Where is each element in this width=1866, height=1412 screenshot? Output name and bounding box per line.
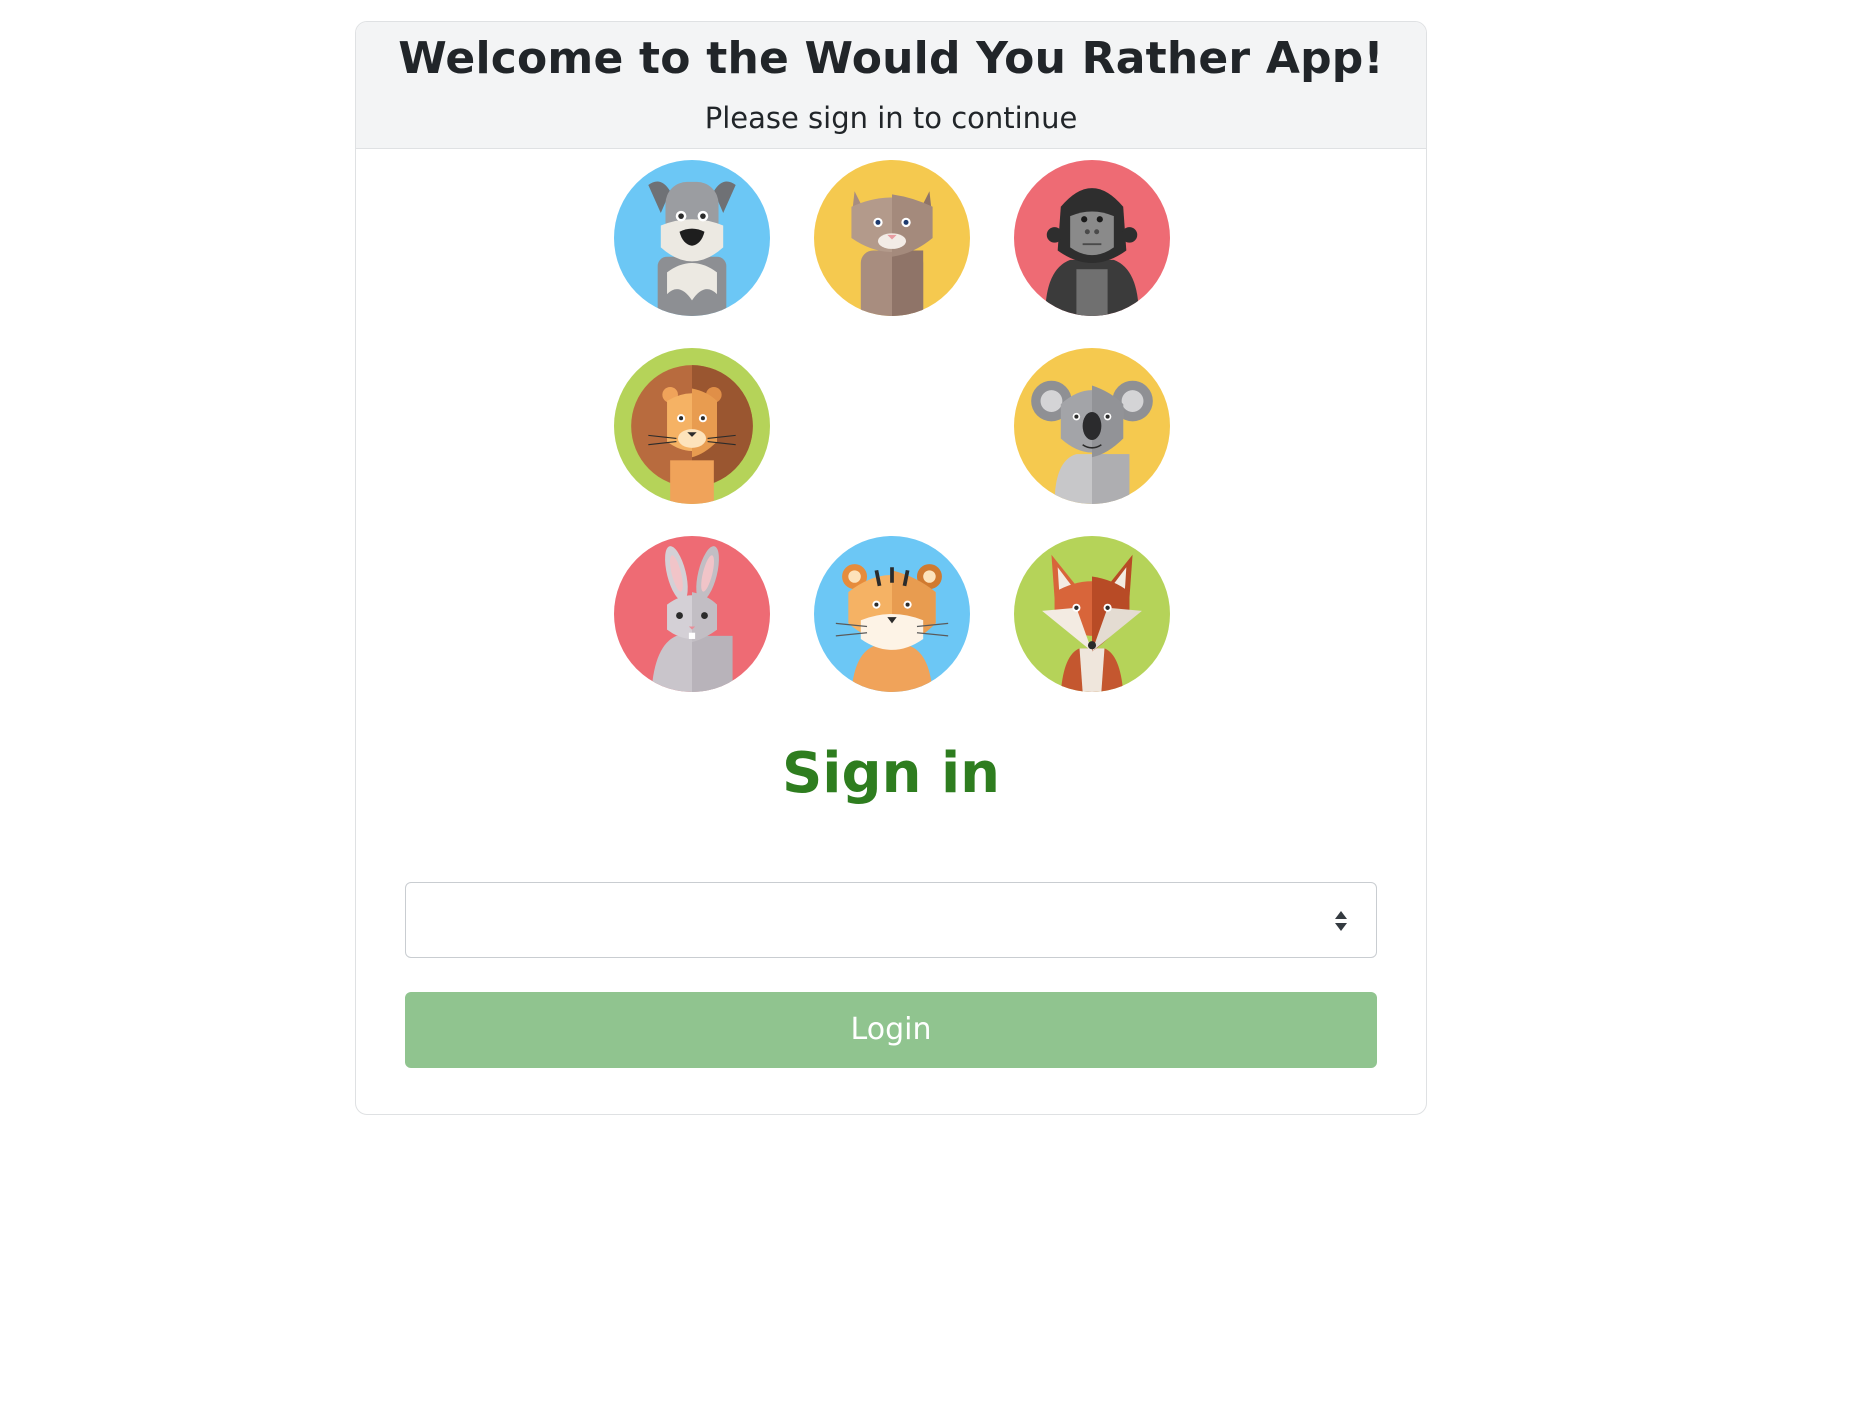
empty-avatar-slot [814, 348, 970, 504]
page-title: Welcome to the Would You Rather App! [398, 33, 1384, 84]
cat-icon [814, 160, 970, 316]
up-down-arrows-icon [1335, 911, 1347, 931]
tiger-icon [814, 536, 970, 692]
card-header: Welcome to the Would You Rather App! Ple… [356, 22, 1426, 149]
gorilla-icon [1014, 160, 1170, 316]
rabbit-icon [614, 536, 770, 692]
avatar-grid [614, 160, 1170, 692]
login-button[interactable]: Login [405, 992, 1377, 1068]
lion-icon [614, 348, 770, 504]
page-subtitle: Please sign in to continue [704, 101, 1078, 135]
user-select[interactable] [405, 882, 1377, 958]
sign-in-card: Welcome to the Would You Rather App! Ple… [355, 21, 1427, 1115]
sign-in-heading: Sign in [781, 741, 1001, 806]
fox-icon [1014, 536, 1170, 692]
koala-icon [1014, 348, 1170, 504]
schnauzer-dog-icon [614, 160, 770, 316]
